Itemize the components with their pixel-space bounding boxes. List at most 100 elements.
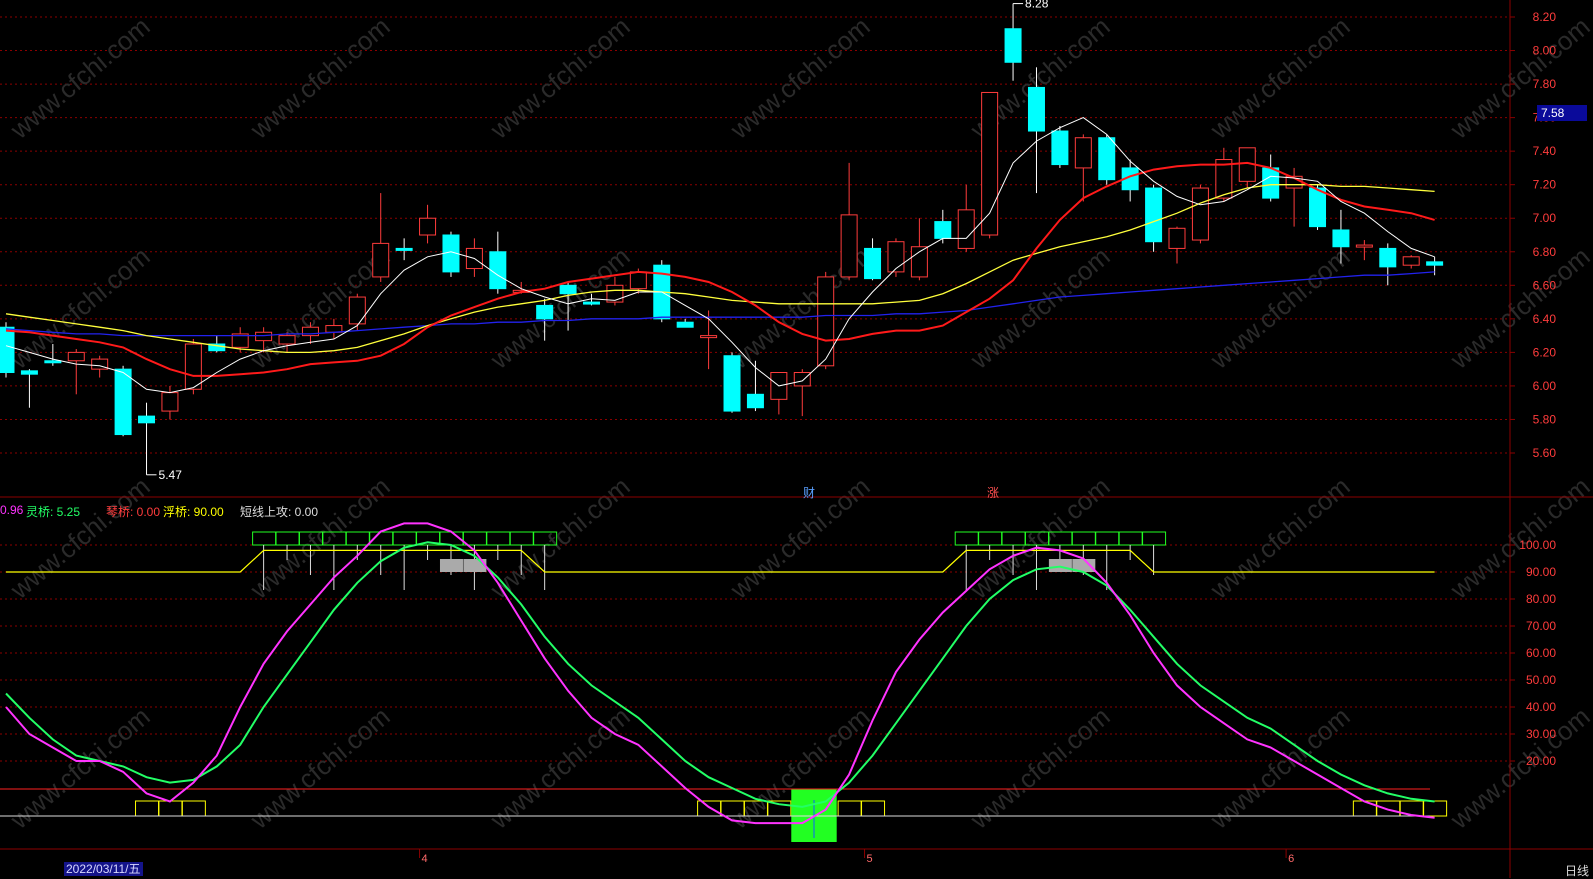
price-tick-label: 5.80 bbox=[1533, 412, 1557, 426]
candle-body bbox=[138, 415, 156, 424]
watermark-text: www.cfchi.com bbox=[244, 11, 396, 145]
price-tick-label: 6.60 bbox=[1533, 278, 1557, 292]
price-tick-label: 5.60 bbox=[1533, 446, 1557, 460]
top-signal-box bbox=[1142, 531, 1167, 546]
candle bbox=[1355, 240, 1373, 261]
candle bbox=[419, 204, 437, 244]
price-tick-label: 7.20 bbox=[1533, 178, 1557, 192]
candle-body bbox=[255, 331, 273, 342]
watermark-text: www.cfchi.com bbox=[1204, 11, 1356, 145]
watermark-text: www.cfchi.com bbox=[1444, 701, 1593, 835]
candle bbox=[208, 335, 226, 353]
candle-body bbox=[1332, 229, 1350, 248]
indicator-tick-label: 50.00 bbox=[1526, 673, 1556, 687]
candle bbox=[395, 238, 413, 261]
candle-body bbox=[1051, 130, 1069, 166]
watermark-text: www.cfchi.com bbox=[1204, 701, 1356, 835]
watermark-text: www.cfchi.com bbox=[484, 241, 636, 375]
candle-body bbox=[887, 241, 905, 273]
price-tick-label: 7.40 bbox=[1533, 144, 1557, 158]
candle bbox=[1238, 147, 1256, 189]
candle-body bbox=[559, 284, 577, 295]
candle-body bbox=[840, 214, 858, 278]
watermark-text: www.cfchi.com bbox=[1444, 11, 1593, 145]
candle-body bbox=[419, 217, 437, 236]
candle bbox=[91, 355, 109, 378]
candle-body bbox=[278, 335, 296, 345]
candle-body bbox=[395, 247, 413, 251]
moving-average-lines: 8.28 5.47 bbox=[5, 0, 1435, 482]
bottom-signal-box bbox=[1423, 800, 1448, 817]
bottom-signal-box bbox=[158, 800, 183, 817]
bottom-signal-box bbox=[181, 800, 206, 817]
watermark-text: www.cfchi.com bbox=[484, 11, 636, 145]
watermark-text: www.cfchi.com bbox=[1204, 241, 1356, 375]
candle bbox=[840, 162, 858, 281]
candle bbox=[1168, 226, 1186, 264]
candle bbox=[1145, 184, 1163, 252]
indicator-tick-label: 60.00 bbox=[1526, 646, 1556, 660]
candle-body bbox=[817, 276, 835, 367]
watermark-text: www.cfchi.com bbox=[244, 701, 396, 835]
candle-body bbox=[1262, 167, 1280, 199]
candle-body bbox=[676, 321, 694, 328]
candle-body bbox=[934, 221, 952, 239]
candle-body bbox=[20, 370, 38, 375]
candle-body bbox=[1098, 137, 1116, 181]
candle bbox=[817, 271, 835, 370]
candle-body bbox=[1379, 247, 1397, 268]
spirit-bridge-label: 灵桥: 5.25 bbox=[26, 505, 81, 519]
candle bbox=[723, 352, 741, 413]
candle-body bbox=[1426, 261, 1444, 266]
event-rise-marker[interactable]: 涨 bbox=[987, 484, 999, 501]
short-attack-label: 短线上攻: 0.00 bbox=[240, 505, 319, 519]
indicator-tick-label: 30.00 bbox=[1526, 727, 1556, 741]
candle bbox=[67, 349, 85, 395]
candle bbox=[1098, 134, 1116, 185]
top-signal-box bbox=[486, 531, 511, 546]
candle bbox=[20, 369, 38, 408]
top-signal-box bbox=[252, 531, 277, 546]
top-signal-box bbox=[1095, 531, 1120, 546]
candle bbox=[864, 238, 882, 281]
indicator-tick-label: 40.00 bbox=[1526, 700, 1556, 714]
price-tick-label: 6.00 bbox=[1533, 379, 1557, 393]
candle bbox=[676, 318, 694, 328]
bottom-signal-box bbox=[1352, 800, 1377, 817]
period-label[interactable]: 日线 bbox=[1565, 862, 1589, 879]
candle bbox=[372, 193, 390, 282]
bottom-signal-box bbox=[135, 800, 160, 817]
indicator-tick-label: 20.00 bbox=[1526, 754, 1556, 768]
candle-body bbox=[536, 304, 554, 320]
candle bbox=[1004, 3, 1022, 81]
ma20-line bbox=[5, 184, 1435, 354]
candle bbox=[184, 338, 202, 395]
month-tick-label: 6 bbox=[1288, 853, 1294, 865]
candle bbox=[138, 402, 156, 475]
extreme-value-label: 5.47 bbox=[159, 468, 183, 482]
watermark-text: www.cfchi.com bbox=[244, 471, 396, 605]
candle-body bbox=[864, 247, 882, 280]
candle bbox=[465, 238, 483, 277]
candle bbox=[489, 231, 507, 294]
price-tick-label: 7.00 bbox=[1533, 211, 1557, 225]
candle-body bbox=[957, 209, 975, 249]
watermark: www.cfchi.com www.cfchi.com www.cfchi.com w… bbox=[4, 11, 1593, 835]
watermark-text: www.cfchi.com bbox=[4, 701, 156, 835]
event-finance-marker[interactable]: 财 bbox=[803, 484, 815, 501]
chart-canvas: www.cfchi.com www.cfchi.com www.cfchi.com w… bbox=[0, 0, 1593, 878]
candle-body bbox=[1191, 187, 1209, 241]
candle-body bbox=[1402, 256, 1420, 266]
candle-body bbox=[629, 271, 647, 290]
candle-body bbox=[348, 296, 366, 325]
candle bbox=[957, 184, 975, 252]
watermark-text: www.cfchi.com bbox=[484, 701, 636, 835]
top-signal-box bbox=[345, 531, 370, 546]
candle-body bbox=[1074, 137, 1092, 169]
extreme-value-label: 8.28 bbox=[1025, 0, 1049, 11]
candle-body bbox=[372, 242, 390, 278]
bottom-signal-box bbox=[861, 800, 886, 817]
candle-body bbox=[1309, 187, 1327, 228]
watermark-text: www.cfchi.com bbox=[4, 11, 156, 145]
ma60-line bbox=[5, 271, 1435, 337]
